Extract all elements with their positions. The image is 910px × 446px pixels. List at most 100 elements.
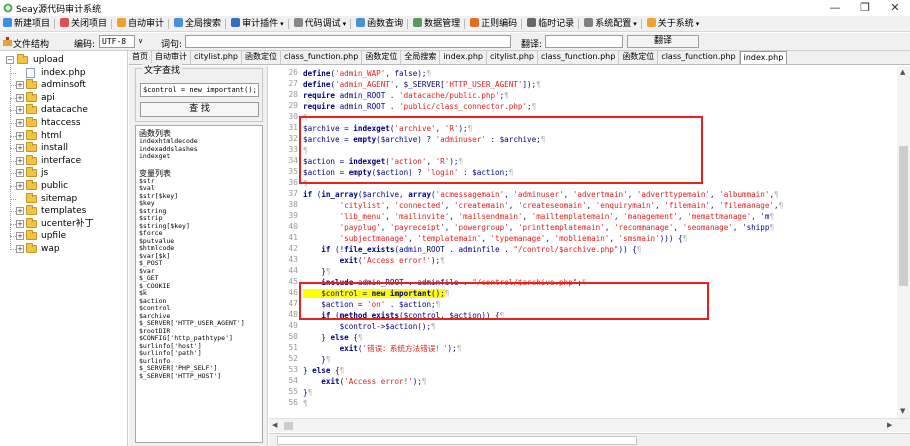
tree-node[interactable]: + public xyxy=(0,180,127,192)
tab-9[interactable]: class_function.php xyxy=(538,51,620,64)
code-line[interactable]: 'subjectmanage', 'templatemain', 'typema… xyxy=(303,233,897,244)
expand-icon[interactable]: + xyxy=(16,131,24,140)
code-line[interactable]: if (!file_exists(admin_ROOT . adminfile … xyxy=(303,244,897,255)
scroll-left-icon[interactable]: ◀ xyxy=(272,421,277,429)
menu-item-3[interactable]: 全局搜索 xyxy=(171,16,223,31)
menu-item-5[interactable]: 代码调试 ▾ xyxy=(291,16,349,31)
word-input[interactable] xyxy=(185,35,511,48)
list-item[interactable]: $force xyxy=(139,230,162,237)
list-item[interactable]: $val xyxy=(139,185,155,192)
expand-icon[interactable]: + xyxy=(16,156,24,165)
code-editor[interactable]: 26 27 28 29 30 31 32 33 34 35 36 37 38 39 40 41 42 43 44 45… xyxy=(269,66,910,433)
expand-icon[interactable]: + xyxy=(16,232,24,241)
encoding-select[interactable]: UTF-8 xyxy=(99,35,135,48)
collapse-icon[interactable]: − xyxy=(6,56,14,64)
tree-node[interactable]: + datacache xyxy=(0,104,127,116)
menu-item-11[interactable]: 关于系统 ▾ xyxy=(644,16,702,31)
code-line[interactable]: exit('错误：系统方法错误！');¶ xyxy=(303,343,897,354)
close-window-button[interactable]: ✕ xyxy=(880,0,910,16)
translate-input[interactable] xyxy=(545,35,623,48)
menu-item-4[interactable]: 审计插件 ▾ xyxy=(228,16,286,31)
code-line[interactable]: $control->$action();¶ xyxy=(303,321,897,332)
menu-item-1[interactable]: 关闭项目 xyxy=(57,16,109,31)
file-structure-label[interactable]: 文件结构 xyxy=(13,37,49,50)
horizontal-scrollbar[interactable]: ◀ ▶ xyxy=(269,418,910,432)
tree-node[interactable]: + templates xyxy=(0,205,127,217)
scroll-down-icon[interactable]: ▼ xyxy=(900,407,905,415)
menu-item-7[interactable]: 数据管理 xyxy=(410,16,462,31)
tree-node[interactable]: index.php xyxy=(0,67,127,79)
expand-icon[interactable]: + xyxy=(16,245,24,253)
list-item[interactable]: $CONFIG['http_pathtype'] xyxy=(139,335,233,342)
tree-node[interactable]: + install xyxy=(0,142,127,154)
list-item[interactable]: $urlinfo['path'] xyxy=(139,350,202,357)
code-line[interactable]: define('admin_WAP', false);¶ xyxy=(303,68,897,79)
tree-node[interactable]: + ucenter补丁 xyxy=(0,217,127,230)
expand-icon[interactable]: + xyxy=(16,106,24,115)
code-line[interactable]: require admin_ROOT . 'datacache/public.p… xyxy=(303,90,897,101)
tab-3[interactable]: 函数定位 xyxy=(242,51,282,64)
find-button[interactable]: 查 找 xyxy=(140,102,259,117)
code-line[interactable]: require admin_ROOT . 'public/class_conne… xyxy=(303,101,897,112)
tab-2[interactable]: citylist.php xyxy=(191,51,243,64)
list-item[interactable]: indexhtmldecode xyxy=(139,138,198,145)
menu-item-2[interactable]: 自动审计 xyxy=(114,16,166,31)
translate-button[interactable]: 翻译 xyxy=(627,35,699,48)
tab-10[interactable]: 函数定位 xyxy=(619,51,659,64)
tree-node[interactable]: + upfile xyxy=(0,230,127,242)
expand-icon[interactable]: + xyxy=(16,119,24,127)
scroll-right-icon[interactable]: ▶ xyxy=(887,421,892,429)
tab-4[interactable]: class_function.php xyxy=(281,51,363,64)
tree-node[interactable]: + htaccess xyxy=(0,117,127,129)
minimize-button[interactable]: — xyxy=(820,0,850,16)
horizontal-scroll-thumb[interactable] xyxy=(284,422,293,430)
code-line[interactable]: 'citylist', 'connected', 'createmain', '… xyxy=(303,200,897,211)
list-item[interactable]: $k xyxy=(139,290,147,297)
expand-icon[interactable]: + xyxy=(16,207,24,216)
chevron-down-icon[interactable]: ∨ xyxy=(138,37,143,45)
tree-node[interactable]: + wap xyxy=(0,243,127,255)
list-item[interactable]: $_GET xyxy=(139,275,159,282)
code-line[interactable]: } else {¶ xyxy=(303,332,897,343)
menu-item-8[interactable]: 正则编码 xyxy=(467,16,519,31)
menu-item-9[interactable]: 临时记录 xyxy=(524,16,576,31)
list-item[interactable]: $control xyxy=(139,305,170,312)
code-line[interactable]: ¶ xyxy=(303,398,897,409)
tree-node[interactable]: + api xyxy=(0,91,127,104)
expand-icon[interactable]: + xyxy=(16,93,24,102)
tab-7[interactable]: index.php xyxy=(440,51,487,64)
code-line[interactable]: define('admin_AGENT', $_SERVER['HTTP_USE… xyxy=(303,79,897,90)
expand-icon[interactable]: + xyxy=(16,219,24,228)
list-item[interactable]: indexget xyxy=(139,153,170,160)
tree-node[interactable]: sitemap xyxy=(0,192,127,205)
code-line[interactable]: }¶ xyxy=(303,354,897,365)
expand-icon[interactable]: + xyxy=(16,182,24,190)
expand-icon[interactable]: + xyxy=(16,144,24,153)
list-item[interactable]: $_SERVER['HTTP_USER_AGENT'] xyxy=(139,320,245,327)
tree-node[interactable]: − upload xyxy=(0,54,127,66)
menu-item-6[interactable]: 函数查询 xyxy=(353,16,405,31)
tab-8[interactable]: citylist.php xyxy=(487,51,538,64)
tab-11[interactable]: class_function.php xyxy=(658,51,740,64)
list-item[interactable]: $strip xyxy=(139,215,162,222)
menu-item-10[interactable]: 系统配置 ▾ xyxy=(581,16,639,31)
tab-5[interactable]: 函数定位 xyxy=(362,51,402,64)
tab-6[interactable]: 全局搜索 xyxy=(401,51,441,64)
code-line[interactable]: exit('Access error!');¶ xyxy=(303,255,897,266)
maximize-button[interactable]: ❐ xyxy=(850,0,880,16)
list-item[interactable]: $htmlcode xyxy=(139,245,174,252)
code-line[interactable]: exit('Access error!');¶ xyxy=(303,376,897,387)
code-line[interactable]: }¶ xyxy=(303,266,897,277)
list-item[interactable]: $_POST xyxy=(139,260,162,267)
code-line[interactable]: 'lib_menu', 'mailinvite', 'mailsendmain'… xyxy=(303,211,897,222)
expand-icon[interactable]: + xyxy=(16,169,24,178)
text-search-input[interactable]: $control = new important(); xyxy=(140,83,259,97)
expand-icon[interactable]: + xyxy=(16,81,24,90)
code-line[interactable]: } else {¶ xyxy=(303,365,897,376)
list-item[interactable]: $key xyxy=(139,200,155,207)
code-line[interactable]: }¶ xyxy=(303,387,897,398)
code-line[interactable]: 'payplug', 'payreceipt', 'powergroup', '… xyxy=(303,222,897,233)
tree-node[interactable]: + adminsoft xyxy=(0,79,127,91)
scroll-up-icon[interactable]: ▲ xyxy=(900,68,905,76)
tree-node[interactable]: + js xyxy=(0,167,127,179)
